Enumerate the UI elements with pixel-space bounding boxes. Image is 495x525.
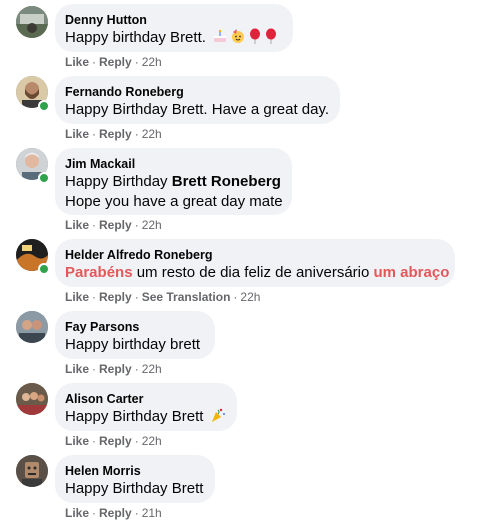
- online-status-icon: [38, 263, 50, 275]
- reply-button[interactable]: Reply: [99, 127, 132, 141]
- comment-bubble: Alison Carter Happy Birthday Brett: [55, 383, 237, 431]
- comment-timestamp[interactable]: 22h: [142, 127, 162, 141]
- comment-timestamp[interactable]: 22h: [240, 290, 260, 304]
- comment-actions: Like · Reply · 22h: [65, 433, 162, 449]
- avatar[interactable]: [16, 383, 48, 415]
- reply-button[interactable]: Reply: [99, 218, 132, 232]
- comment-text: Happy Birthday Brett. Have a great day.: [65, 101, 330, 118]
- separator: ·: [134, 506, 139, 520]
- separator: ·: [134, 127, 139, 141]
- comment-bubble: Helen Morris Happy Birthday Brett: [55, 455, 215, 503]
- reply-button[interactable]: Reply: [99, 290, 132, 304]
- comment-text: Happy birthday Brett.: [65, 28, 281, 50]
- comment-actions: Like · Reply · 22h: [65, 54, 162, 70]
- reply-button[interactable]: Reply: [99, 362, 132, 376]
- reply-button[interactable]: Reply: [99, 55, 132, 69]
- comment-text: Happy birthday brett: [65, 336, 201, 353]
- separator: ·: [92, 290, 97, 304]
- separator: ·: [92, 55, 97, 69]
- comment-timestamp[interactable]: 21h: [142, 506, 162, 520]
- online-status-icon: [38, 100, 50, 112]
- like-button[interactable]: Like: [65, 362, 89, 376]
- mention-link[interactable]: Brett Roneberg: [172, 173, 281, 190]
- like-button[interactable]: Like: [65, 55, 89, 69]
- reply-button[interactable]: Reply: [99, 506, 132, 520]
- comment-timestamp[interactable]: 22h: [142, 218, 162, 232]
- comment-author[interactable]: Jim Mackail: [65, 156, 280, 172]
- comment-text: Happy Birthday Brett: [65, 480, 204, 497]
- comment-author[interactable]: Alison Carter: [65, 391, 225, 407]
- like-button[interactable]: Like: [65, 127, 89, 141]
- comment-bubble: Fernando Roneberg Happy Birthday Brett. …: [55, 76, 340, 124]
- comment-body: Happy Birthday: [65, 173, 172, 190]
- comment-timestamp[interactable]: 22h: [142, 362, 162, 376]
- comment-text: Happy Birthday Brett Roneberg: [65, 172, 281, 192]
- comment-actions: Like · Reply · See Translation · 22h: [65, 289, 260, 305]
- comment-actions: Like · Reply · 22h: [65, 217, 162, 233]
- party-popper-icon: [210, 407, 226, 429]
- avatar[interactable]: [16, 455, 48, 487]
- comment-author[interactable]: Fay Parsons: [65, 319, 203, 335]
- balloon-icon: [264, 28, 278, 50]
- comment-actions: Like · Reply · 22h: [65, 361, 162, 377]
- separator: ·: [134, 55, 139, 69]
- separator: ·: [92, 218, 97, 232]
- comment-body: Happy birthday Brett.: [65, 29, 206, 46]
- separator: ·: [134, 218, 139, 232]
- like-button[interactable]: Like: [65, 434, 89, 448]
- avatar[interactable]: [16, 311, 48, 343]
- comment-body: um resto de dia feliz de aniversário: [132, 264, 374, 281]
- comment-text-line2: Hope you have a great day mate: [65, 193, 283, 210]
- like-button[interactable]: Like: [65, 218, 89, 232]
- highlighted-word: um abraço: [373, 264, 450, 281]
- separator: ·: [92, 127, 97, 141]
- comment-timestamp[interactable]: 22h: [142, 434, 162, 448]
- comment-bubble: Helder Alfredo Roneberg Parabéns um rest…: [55, 239, 455, 287]
- comment-author[interactable]: Denny Hutton: [65, 12, 281, 28]
- comment-text: Happy Birthday Brett: [65, 407, 225, 429]
- separator: ·: [92, 506, 97, 520]
- comment-body: Happy Birthday Brett: [65, 408, 204, 425]
- see-translation-link[interactable]: See Translation: [142, 290, 231, 304]
- comment-bubble: Fay Parsons Happy birthday brett: [55, 311, 215, 359]
- comment-timestamp[interactable]: 22h: [142, 55, 162, 69]
- online-status-icon: [38, 172, 50, 184]
- comment-author[interactable]: Fernando Roneberg: [65, 84, 328, 100]
- reply-button[interactable]: Reply: [99, 434, 132, 448]
- comment-bubble: Denny Hutton Happy birthday Brett.: [55, 4, 293, 52]
- separator: ·: [233, 290, 238, 304]
- separator: ·: [134, 434, 139, 448]
- comment-bubble: Jim Mackail Happy Birthday Brett Roneber…: [55, 148, 292, 215]
- highlighted-word: Parabéns: [65, 264, 133, 281]
- separator: ·: [92, 434, 97, 448]
- comment-author[interactable]: Helder Alfredo Roneberg: [65, 247, 443, 263]
- comment-actions: Like · Reply · 21h: [65, 505, 162, 521]
- separator: ·: [134, 362, 139, 376]
- separator: ·: [134, 290, 139, 304]
- party-face-icon: [230, 28, 246, 50]
- avatar[interactable]: [16, 6, 48, 38]
- comment-actions: Like · Reply · 22h: [65, 126, 162, 142]
- balloon-icon: [248, 28, 262, 50]
- cake-icon: [212, 28, 228, 50]
- separator: ·: [92, 362, 97, 376]
- comment-author[interactable]: Helen Morris: [65, 463, 203, 479]
- like-button[interactable]: Like: [65, 290, 89, 304]
- comment-text: Parabéns um resto de dia feliz de aniver…: [65, 263, 449, 283]
- like-button[interactable]: Like: [65, 506, 89, 520]
